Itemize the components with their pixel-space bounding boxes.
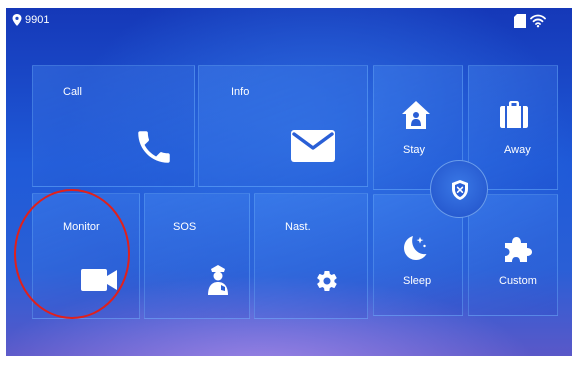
monitor-label: Monitor	[63, 221, 100, 233]
away-label: Away	[504, 144, 531, 156]
monitor-tile[interactable]: Monitor	[32, 193, 140, 319]
gear-icon	[317, 271, 337, 292]
call-label: Call	[63, 86, 82, 98]
room-indicator: 9901	[12, 14, 49, 26]
puzzle-icon	[505, 237, 532, 262]
settings-tile[interactable]: Nast.	[254, 193, 368, 319]
police-officer-icon	[208, 265, 228, 295]
arm-status-button[interactable]	[430, 160, 488, 218]
sos-tile[interactable]: SOS	[144, 193, 250, 319]
intercom-home-screen: 9901 Call Info Monitor SOS Nast. Stay Aw…	[6, 8, 572, 356]
settings-label: Nast.	[285, 221, 311, 233]
sleep-label: Sleep	[403, 275, 432, 287]
video-camera-icon	[81, 269, 117, 291]
shield-icon	[452, 180, 468, 200]
info-tile[interactable]: Info	[198, 65, 368, 187]
info-label: Info	[231, 86, 250, 98]
phone-icon	[138, 131, 170, 163]
status-bar: 9901	[6, 8, 572, 34]
sd-card-icon	[514, 14, 526, 28]
custom-tile[interactable]: Custom	[468, 194, 558, 316]
location-pin-icon	[12, 14, 22, 26]
call-tile[interactable]: Call	[32, 65, 195, 187]
room-number: 9901	[25, 14, 50, 26]
wifi-icon	[530, 14, 546, 28]
briefcase-icon	[500, 101, 528, 128]
moon-icon	[404, 236, 427, 260]
envelope-icon	[291, 130, 335, 162]
sos-label: SOS	[173, 221, 197, 233]
stay-label: Stay	[403, 144, 426, 156]
custom-label: Custom	[499, 275, 537, 287]
home-icon	[402, 101, 430, 129]
